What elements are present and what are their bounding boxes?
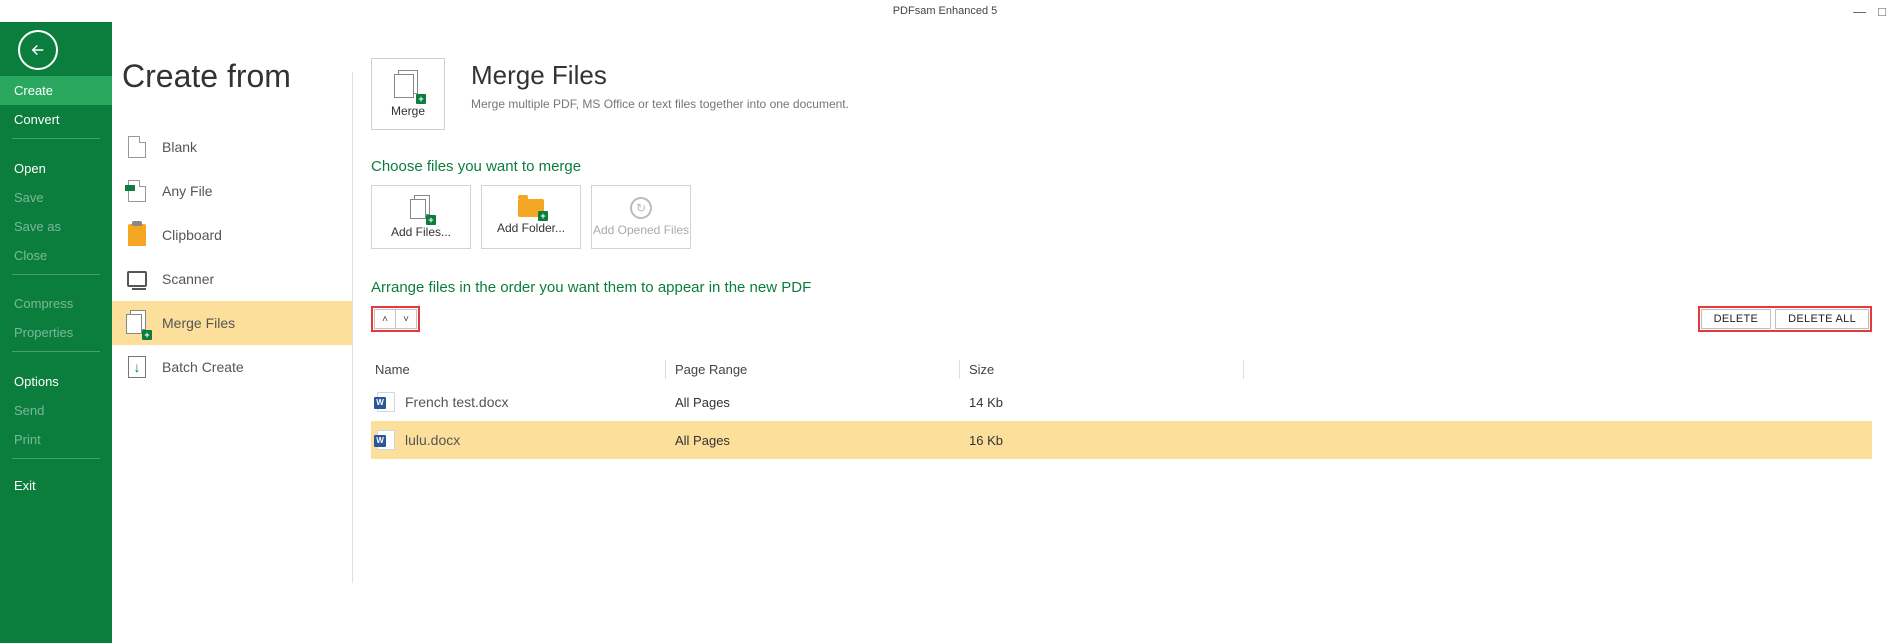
file-name: lulu.docx <box>405 432 460 448</box>
arrange-heading: Arrange files in the order you want them… <box>371 279 1872 296</box>
divider <box>352 72 353 583</box>
sidebar-heading-options[interactable]: Options <box>0 366 112 396</box>
create-from-label: Merge Files <box>162 315 235 331</box>
page-title: Create from <box>122 58 352 95</box>
sidebar-item-exit[interactable]: Exit <box>0 471 112 500</box>
clipboard-icon <box>128 224 146 246</box>
file-size: 16 Kb <box>959 433 1243 448</box>
task-description: Merge multiple PDF, MS Office or text fi… <box>471 97 849 111</box>
add-files-button[interactable]: + Add Files... <box>371 185 471 249</box>
add-files-icon: + <box>410 195 432 221</box>
batch-create-icon: ↓ <box>128 356 146 378</box>
add-files-label: Add Files... <box>391 225 451 239</box>
create-from-label: Any File <box>162 183 213 199</box>
choose-files-heading: Choose files you want to merge <box>371 158 1872 175</box>
column-header-size[interactable]: Size <box>959 362 1243 377</box>
add-folder-button[interactable]: + Add Folder... <box>481 185 581 249</box>
create-from-merge-files[interactable]: + Merge Files <box>112 301 352 345</box>
file-name: French test.docx <box>405 394 509 410</box>
file-range: All Pages <box>665 395 959 410</box>
file-size: 14 Kb <box>959 395 1243 410</box>
sidebar-heading-open[interactable]: Open <box>0 153 112 183</box>
add-opened-label: Add Opened Files <box>593 223 689 237</box>
merge-button[interactable]: + Merge <box>371 58 445 130</box>
sidebar-item-convert[interactable]: Convert <box>0 105 112 134</box>
create-from-label: Batch Create <box>162 359 244 375</box>
table-row[interactable]: French test.docx All Pages 14 Kb <box>371 383 1872 421</box>
maximize-button[interactable]: □ <box>1878 5 1886 18</box>
back-button[interactable] <box>18 30 58 70</box>
create-from-panel: Create from Blank Any File Clipboard Sca… <box>112 22 352 643</box>
delete-button[interactable]: DELETE <box>1701 309 1772 329</box>
delete-all-button[interactable]: DELETE ALL <box>1775 309 1869 329</box>
window-title: PDFsam Enhanced 5 <box>893 5 998 17</box>
create-from-any-file[interactable]: Any File <box>112 169 352 213</box>
merge-panel: + Merge Merge Files Merge multiple PDF, … <box>371 22 1890 643</box>
sidebar-item-print: Print <box>0 425 112 454</box>
sidebar-item-close: Close <box>0 241 112 270</box>
minimize-button[interactable]: — <box>1853 5 1866 18</box>
merge-icon: + <box>394 70 422 100</box>
sidebar: Create Convert Open Save Save as Close C… <box>0 22 112 643</box>
create-from-label: Clipboard <box>162 227 222 243</box>
sidebar-item-properties: Properties <box>0 318 112 347</box>
table-row[interactable]: lulu.docx All Pages 16 Kb <box>371 421 1872 459</box>
create-from-label: Blank <box>162 139 197 155</box>
file-range: All Pages <box>665 433 959 448</box>
blank-page-icon <box>128 136 146 158</box>
sidebar-item-save-as: Save as <box>0 212 112 241</box>
column-header-name[interactable]: Name <box>371 362 665 377</box>
sidebar-item-create[interactable]: Create <box>0 76 112 105</box>
file-table: Name Page Range Size French test.docx Al… <box>371 356 1872 459</box>
merge-files-icon: + <box>126 310 148 336</box>
create-from-blank[interactable]: Blank <box>112 125 352 169</box>
delete-controls: DELETE DELETE ALL <box>1698 306 1872 332</box>
task-title: Merge Files <box>471 60 849 91</box>
word-file-icon <box>377 430 395 450</box>
sidebar-item-send: Send <box>0 396 112 425</box>
column-header-blank <box>1243 362 1872 377</box>
merge-button-label: Merge <box>391 104 425 118</box>
move-up-button[interactable]: ˄ <box>374 309 396 329</box>
reorder-controls: ˄ ˅ <box>371 306 420 332</box>
add-opened-files-button: ↻ Add Opened Files <box>591 185 691 249</box>
create-from-batch[interactable]: ↓ Batch Create <box>112 345 352 389</box>
add-folder-label: Add Folder... <box>497 221 565 235</box>
any-file-icon <box>128 180 146 202</box>
column-header-range[interactable]: Page Range <box>665 362 959 377</box>
create-from-clipboard[interactable]: Clipboard <box>112 213 352 257</box>
add-folder-icon: + <box>518 199 544 217</box>
arrow-left-icon <box>29 41 47 59</box>
create-from-scanner[interactable]: Scanner <box>112 257 352 301</box>
add-opened-files-icon: ↻ <box>630 197 652 219</box>
create-from-label: Scanner <box>162 271 214 287</box>
sidebar-item-save: Save <box>0 183 112 212</box>
sidebar-item-compress: Compress <box>0 289 112 318</box>
move-down-button[interactable]: ˅ <box>395 309 417 329</box>
word-file-icon <box>377 392 395 412</box>
scanner-icon <box>127 271 147 287</box>
